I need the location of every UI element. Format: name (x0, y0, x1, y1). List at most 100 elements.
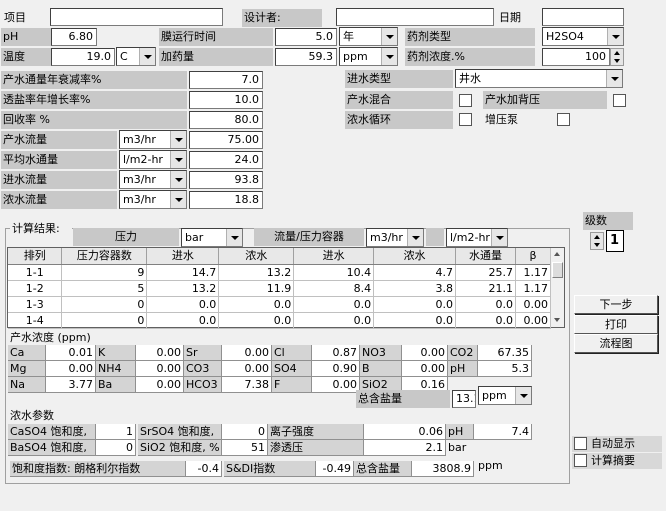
osmotic-label: 渗透压 (268, 440, 364, 456)
chevron-down-icon[interactable] (606, 70, 622, 87)
scroll-up-icon[interactable] (551, 248, 564, 261)
table-row[interactable]: 1-1 9 14.7 13.2 10.4 4.7 25.7 1.17 (8, 264, 552, 281)
ion-label: NO3 (360, 345, 402, 361)
ion-value: 7.38 (222, 377, 272, 393)
table-cell: 21.1 (455, 280, 516, 297)
table-cell: 0.0 (373, 312, 457, 329)
designer-input[interactable] (336, 8, 494, 26)
membrane-time-unit-select[interactable]: 年 (339, 27, 398, 46)
recovery-input[interactable]: 80.0 (189, 111, 263, 129)
decline-input[interactable]: 7.0 (189, 71, 263, 89)
table-row[interactable]: 1-4 0 0.0 0.0 0.0 0.0 0.0 0.00 (8, 312, 552, 329)
chevron-down-icon[interactable] (170, 171, 186, 188)
chevron-down-icon[interactable] (381, 28, 397, 45)
conc-tds-unit: ppm (478, 459, 503, 472)
caso4-label: CaSO4 饱和度, (8, 424, 96, 440)
passage-label: 透盐率年增长率% (1, 91, 187, 109)
ion-value: 0.00 (312, 377, 360, 393)
conc-flow-unit-value: m3/hr (123, 193, 156, 206)
baso4-label: BaSO4 饱和度, (8, 440, 96, 456)
flowchart-button[interactable]: 流程图 (574, 334, 658, 353)
print-button[interactable]: 打印 (574, 315, 658, 334)
temp-label: 温度 (1, 48, 51, 66)
product-mix-label: 产水混合 (345, 91, 453, 109)
table-cell: 25.7 (455, 264, 516, 281)
calc-summary-option[interactable]: 计算摘要 (572, 453, 662, 469)
stages-spinner[interactable] (590, 232, 604, 250)
flux-unit-select[interactable]: l/m2-hr (446, 228, 508, 247)
sdi-label: S&DI指数 (224, 461, 316, 477)
chem-conc-input[interactable]: 100 (542, 48, 610, 66)
product-tds-label: 总含盐量 (356, 390, 450, 408)
table-row[interactable]: 1-3 0 0.0 0.0 0.0 0.0 0.0 0.00 (8, 296, 552, 313)
ion-value: 3.77 (46, 377, 96, 393)
project-input[interactable] (50, 8, 223, 26)
feed-type-select[interactable]: 井水 (455, 69, 623, 88)
conc-ph-value: 7.4 (474, 424, 532, 440)
chevron-down-icon[interactable] (170, 151, 186, 168)
product-mix-checkbox[interactable] (459, 94, 472, 107)
table-cell: 0.0 (455, 312, 516, 329)
scroll-thumb[interactable] (552, 262, 563, 278)
chevron-down-icon[interactable] (170, 131, 186, 148)
chevron-down-icon[interactable] (491, 229, 507, 246)
chem-conc-spinner[interactable] (610, 48, 624, 66)
feed-flow-input[interactable]: 93.8 (189, 171, 263, 189)
stages-value[interactable]: 1 (606, 230, 624, 252)
table-cell: 0.00 (515, 312, 552, 329)
stages-label: 级数 (583, 212, 633, 230)
dosage-input[interactable]: 59.3 (275, 48, 337, 66)
chevron-down-icon[interactable] (407, 229, 423, 246)
scroll-down-icon[interactable] (551, 314, 564, 327)
ion-value: 0.00 (222, 345, 272, 361)
booster-label: 增压泵 (485, 113, 518, 126)
conc-recycle-checkbox[interactable] (459, 113, 472, 126)
auto-display-checkbox[interactable] (574, 437, 587, 450)
avg-flux-unit-select[interactable]: l/m2-hr (119, 150, 187, 169)
chevron-down-icon[interactable] (607, 28, 623, 45)
conc-flow-unit-select[interactable]: m3/hr (119, 190, 187, 209)
feed-type-label: 进水类型 (345, 70, 453, 88)
chevron-down-icon[interactable] (226, 229, 242, 246)
product-flow-label: 产水流量 (1, 131, 117, 149)
table-cell: 9 (61, 264, 148, 281)
next-button[interactable]: 下一步 (574, 295, 658, 314)
ph-input[interactable]: 6.80 (51, 28, 97, 46)
dosage-unit-select[interactable]: ppm (339, 47, 398, 66)
feed-flow-unit-value: m3/hr (123, 173, 156, 186)
chevron-down-icon[interactable] (170, 191, 186, 208)
booster-checkbox[interactable] (557, 113, 570, 126)
table-cell: 0.0 (218, 312, 295, 329)
pressure-unit-select[interactable]: bar (181, 228, 243, 247)
feed-flow-unit-select[interactable]: m3/hr (119, 170, 187, 189)
chevron-down-icon[interactable] (139, 48, 155, 65)
table-row[interactable]: 1-2 5 13.2 11.9 8.4 3.8 21.1 1.17 (8, 280, 552, 297)
calc-summary-checkbox[interactable] (574, 454, 587, 467)
membrane-time-input[interactable]: 5.0 (275, 28, 337, 46)
product-flow-input[interactable]: 75.00 (189, 131, 263, 149)
avg-flux-input[interactable]: 24.0 (189, 151, 263, 169)
stage-results-table: 排列 压力容器数 进水 浓水 进水 浓水 水通量 β 1-1 9 14.7 13… (7, 247, 565, 329)
product-tds-unit-select[interactable]: ppm (478, 386, 532, 405)
chevron-down-icon[interactable] (515, 387, 531, 404)
conc-flow-input[interactable]: 18.8 (189, 191, 263, 209)
ion-value: 0.00 (136, 377, 184, 393)
product-backpressure-checkbox[interactable] (613, 94, 626, 107)
temp-unit-select[interactable]: C (116, 47, 156, 66)
ion-value: 0.00 (402, 345, 448, 361)
table-cell: 0.0 (218, 296, 295, 313)
product-flow-unit-select[interactable]: m3/hr (119, 130, 187, 149)
auto-display-option[interactable]: 自动显示 (572, 436, 662, 452)
calc-summary-label: 计算摘要 (591, 454, 635, 467)
ion-label: B (360, 361, 402, 377)
table-scrollbar[interactable] (550, 248, 564, 327)
avg-flux-unit-value: l/m2-hr (123, 153, 163, 166)
chevron-down-icon[interactable] (381, 48, 397, 65)
chemical-type-select[interactable]: H2SO4 (542, 27, 624, 46)
baso4-value: 0 (96, 440, 136, 456)
temp-input[interactable]: 19.0 (51, 48, 115, 66)
passage-input[interactable]: 10.0 (189, 91, 263, 109)
flow-unit-select[interactable]: m3/hr (366, 228, 424, 247)
date-input[interactable] (542, 8, 624, 26)
product-conc-grid: Ca 0.01 K 0.00 Sr 0.00 Cl 0.87 NO3 0.00 CO2 67.35 Mg… (8, 345, 532, 393)
